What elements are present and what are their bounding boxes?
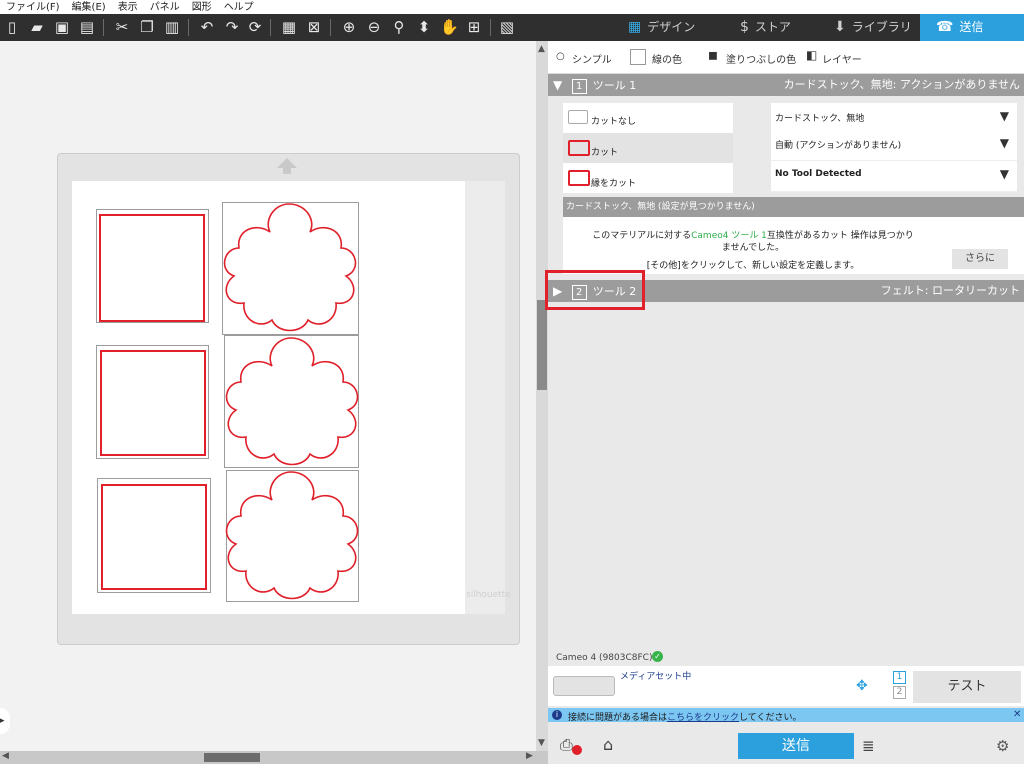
tool1-header[interactable]: ▼ 1 ツール 1 カードストック、無地: アクションがありません [548,74,1024,96]
subtab-fill-color[interactable]: 塗りつぶしの色 [726,51,796,66]
cutter-settings-icon[interactable]: ⎙ [560,735,573,755]
material-value: カードストック、無地 [775,114,865,124]
test-button[interactable]: テスト [913,671,1021,703]
tab-store-label: ストア [754,20,791,34]
move-arrows-icon[interactable]: ✥ [856,678,868,694]
option-no-cut-label: カットなし [591,117,637,127]
edge-cut-icon [568,170,590,186]
tutorial-cap-icon[interactable]: ⌂ [603,735,613,754]
tool1-number: 1 [571,79,587,94]
tool-value: No Tool Detected [775,169,862,179]
device-name: Cameo 4 (9803C8FC) [556,653,653,663]
tool-slot-2[interactable]: 2 [893,686,906,699]
send-cutter-icon: ☎ [936,19,954,35]
tool1-label: ツール 1 [592,79,637,92]
gear-icon[interactable]: ⚙ [996,737,1009,755]
library-download-icon: ⬇ [834,19,846,35]
scroll-up-arrow-icon[interactable]: ▲ [538,44,545,54]
queue-list-icon[interactable]: ≣ [862,737,875,755]
error-badge-icon [572,745,582,755]
connected-check-icon: ✓ [652,651,663,662]
horizontal-scroll-thumb[interactable] [204,753,260,762]
send-mode-tabs: ○ シンプル 線の色 ◼ 塗りつぶしの色 ◧ レイヤー [548,41,1024,74]
notice-suffix: してください。 [739,713,802,723]
tab-send[interactable]: ☎ 送信 [920,14,1024,41]
tool-select[interactable]: No Tool Detected ▼ [771,161,1017,192]
settings-header-text: カードストック、無地 (設定が見つかりません) [566,202,755,212]
no-cut-icon [568,110,588,124]
vertical-scrollbar[interactable] [536,41,548,751]
collapse-arrow-icon[interactable]: ▼ [553,78,562,92]
settings-header: カードストック、無地 (設定が見つかりません) [563,197,1024,217]
tool2-summary: フェルト: ロータリーカット [880,284,1020,297]
design-grid-icon: ▦ [628,19,642,35]
store-s-icon: $ [740,19,749,35]
action-value: 自動 (アクションがありません) [775,141,902,151]
tool1-summary: カードストック、無地: アクションがありません [783,78,1020,91]
notice-prefix: 接続に問題がある場合は [568,713,668,723]
dropdown-arrow-icon: ▼ [999,136,1009,150]
tab-store[interactable]: $ ストア [720,14,820,41]
option-edge-cut-label: 縁をカット [591,179,637,189]
tool2-highlight-box [545,270,645,310]
more-button[interactable]: さらに [952,249,1008,269]
tool-slot-1[interactable]: 1 [893,671,906,684]
tab-spacer [548,14,620,41]
tab-library-label: ライブラリ [851,20,912,34]
tab-send-label: 送信 [959,20,984,34]
dropdown-arrow-icon: ▼ [999,109,1009,123]
action-select[interactable]: 自動 (アクションがありません) ▼ [771,130,1017,161]
flower-shapes [223,203,359,600]
scroll-down-arrow-icon[interactable]: ▼ [538,738,545,748]
option-no-cut[interactable] [563,103,733,133]
layer-icon: ◧ [806,48,818,62]
tab-design-label: デザイン [647,20,696,34]
send-button[interactable]: 送信 [738,733,854,759]
scroll-right-arrow-icon[interactable]: ▶ [526,751,533,761]
connection-notice-text: 接続に問題がある場合はこちらをクリックしてください。 [568,710,802,723]
option-cut-label: カット [591,148,619,158]
close-icon[interactable]: ✕ [1013,709,1021,720]
cut-icon [568,140,590,156]
scroll-left-arrow-icon[interactable]: ◀ [2,751,9,761]
dropdown-arrow-icon: ▼ [999,167,1009,181]
tab-design[interactable]: ▦ デザイン [620,14,720,41]
cutter-machine-icon [553,676,615,696]
radio-icon[interactable]: ○ [556,51,565,62]
horizontal-scrollbar[interactable] [0,751,548,764]
flower-cut-1 [223,203,357,332]
tab-library[interactable]: ⬇ ライブラリ [820,14,920,41]
line-color-icon [630,49,646,65]
flower-cut-2 [225,337,359,466]
notice-link[interactable]: こちらをクリック [667,713,739,723]
subtab-layer[interactable]: レイヤー [822,51,862,66]
device-status: メディアセット中 [620,672,692,682]
info-icon: i [552,710,562,720]
settings-message-line2: ませんでした。 [721,243,785,253]
subtab-simple[interactable]: シンプル [572,51,612,66]
subtab-line-color[interactable]: 線の色 [652,51,682,66]
vertical-scroll-thumb[interactable] [537,300,547,390]
flower-cut-3 [225,471,359,600]
fill-color-icon: ◼ [708,48,718,62]
